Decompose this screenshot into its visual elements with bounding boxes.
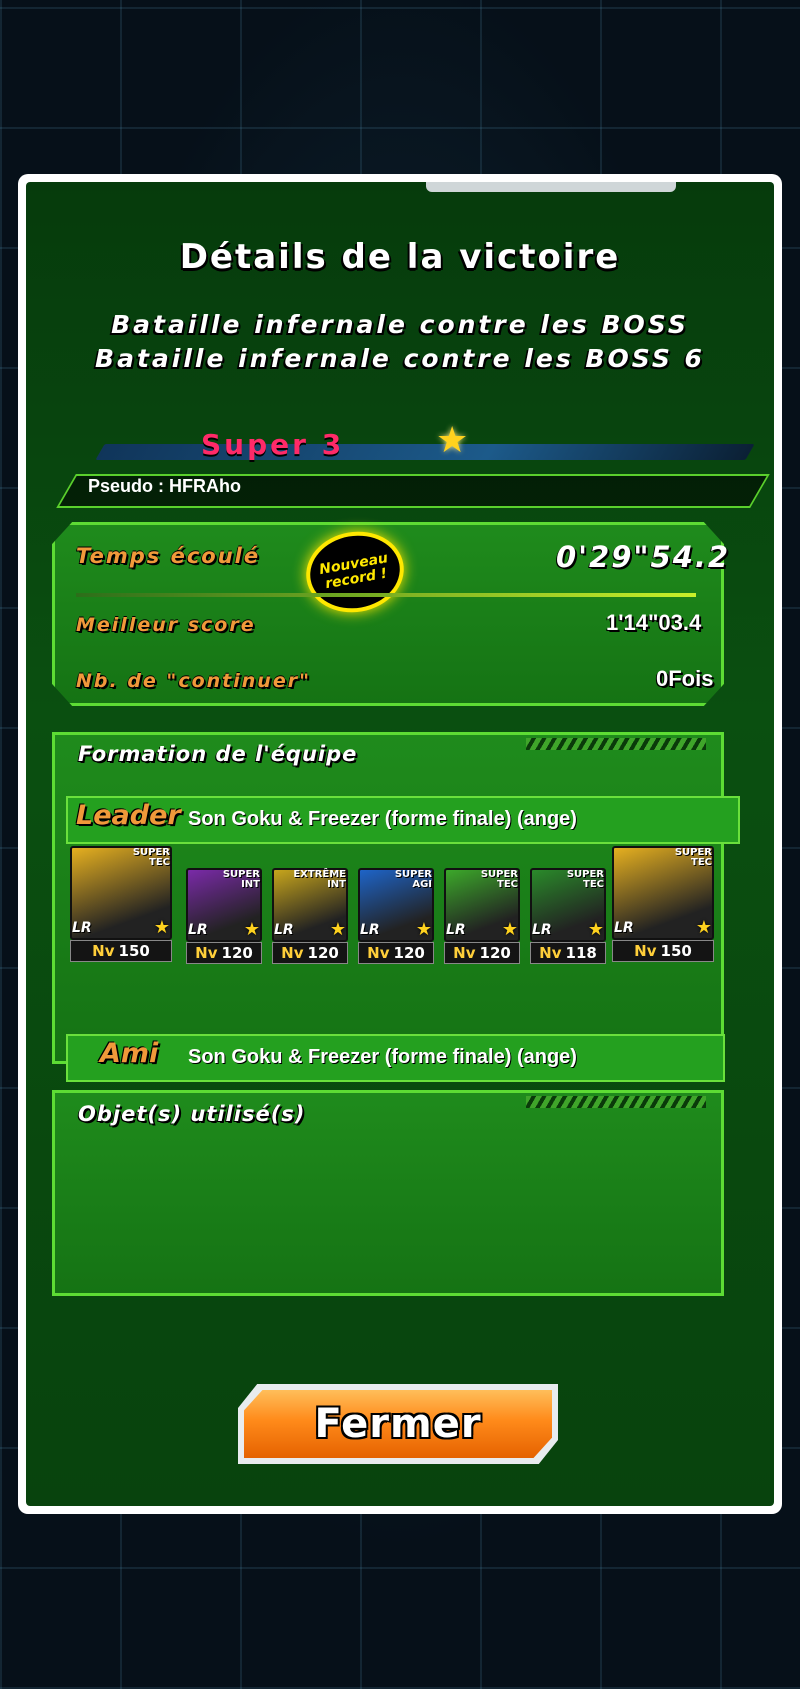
victory-details-modal: Détails de la victoire Bataille infernal… bbox=[18, 174, 782, 1514]
level-label: Nv 118 bbox=[530, 942, 606, 964]
items-used-heading: Objet(s) utilisé(s) bbox=[78, 1102, 306, 1126]
type-badge: SUPER TEC bbox=[480, 869, 518, 890]
leader-tag: Leader bbox=[76, 800, 181, 831]
level-value: 150 bbox=[660, 942, 692, 960]
rarity-badge: LR bbox=[274, 922, 294, 938]
rarity-badge: LR bbox=[614, 920, 634, 936]
star-icon: ★ bbox=[329, 919, 346, 940]
level-value: 120 bbox=[221, 944, 253, 962]
level-value: 118 bbox=[565, 944, 597, 962]
member-card[interactable]: SUPER TEC LR ★ Nv 120 bbox=[444, 868, 520, 964]
type-badge: SUPER TEC bbox=[566, 869, 604, 890]
rank-label: Super 3 bbox=[201, 428, 345, 461]
level-prefix: Nv bbox=[453, 944, 476, 962]
leader-card[interactable]: SUPER TEC LR ★ Nv 150 bbox=[70, 846, 172, 962]
rarity-badge: LR bbox=[188, 922, 208, 938]
level-prefix: Nv bbox=[92, 942, 115, 960]
member-card[interactable]: EXTRÊME INT LR ★ Nv 120 bbox=[272, 868, 348, 964]
rarity-badge: LR bbox=[72, 920, 92, 936]
type-badge: SUPER INT bbox=[222, 869, 260, 890]
rarity-badge: LR bbox=[446, 922, 466, 938]
modal-title: Détails de la victoire bbox=[179, 237, 621, 277]
level-prefix: Nv bbox=[195, 944, 218, 962]
friend-name: Son Goku & Freezer (forme finale) (ange) bbox=[188, 1046, 577, 1068]
star-icon: ★ bbox=[415, 919, 432, 940]
member-card[interactable]: SUPER TEC LR ★ Nv 118 bbox=[530, 868, 606, 964]
new-record-text: Nouveau record ! bbox=[318, 550, 390, 593]
member-card[interactable]: SUPER INT LR ★ Nv 120 bbox=[186, 868, 262, 964]
pseudo-text: Pseudo : HFRAho bbox=[88, 476, 241, 496]
level-label: Nv 150 bbox=[70, 940, 172, 962]
elapsed-time-value: 0'29"54.2 bbox=[556, 540, 731, 574]
level-prefix: Nv bbox=[539, 944, 562, 962]
level-label: Nv 120 bbox=[358, 942, 434, 964]
leader-name: Son Goku & Freezer (forme finale) (ange) bbox=[188, 808, 577, 830]
level-value: 120 bbox=[307, 944, 339, 962]
rarity-badge: LR bbox=[532, 922, 552, 938]
panel-stripes bbox=[526, 738, 706, 750]
continue-count-label: Nb. de "continuer" bbox=[76, 670, 311, 692]
rarity-badge: LR bbox=[360, 922, 380, 938]
elapsed-time-label: Temps écoulé bbox=[76, 544, 261, 568]
modal-body: Détails de la victoire Bataille infernal… bbox=[26, 182, 774, 1506]
star-icon: ★ bbox=[243, 919, 260, 940]
level-value: 120 bbox=[479, 944, 511, 962]
level-label: Nv 120 bbox=[444, 942, 520, 964]
type-badge: SUPER TEC bbox=[132, 847, 170, 868]
level-prefix: Nv bbox=[634, 942, 657, 960]
level-prefix: Nv bbox=[281, 944, 304, 962]
rank-progress-bar bbox=[95, 444, 755, 460]
best-score-value: 1'14"03.4 bbox=[606, 610, 702, 635]
close-button-face[interactable]: Fermer bbox=[244, 1390, 552, 1458]
type-badge: SUPER TEC bbox=[674, 847, 712, 868]
continue-count-value: 0Fois bbox=[656, 666, 714, 691]
best-score-label: Meilleur score bbox=[76, 614, 256, 636]
star-icon: ★ bbox=[587, 919, 604, 940]
star-icon: ★ bbox=[153, 917, 170, 938]
star-icon: ★ bbox=[501, 919, 518, 940]
type-badge: EXTRÊME INT bbox=[293, 869, 346, 890]
team-formation-heading: Formation de l'équipe bbox=[78, 742, 358, 766]
level-value: 120 bbox=[393, 944, 425, 962]
stats-divider bbox=[76, 593, 696, 597]
star-icon: ★ bbox=[695, 917, 712, 938]
level-label: Nv 120 bbox=[186, 942, 262, 964]
type-badge: SUPER AGI bbox=[394, 869, 432, 890]
level-prefix: Nv bbox=[367, 944, 390, 962]
friend-card[interactable]: SUPER TEC LR ★ Nv 150 bbox=[612, 846, 714, 962]
level-label: Nv 120 bbox=[272, 942, 348, 964]
close-button[interactable]: Fermer bbox=[238, 1384, 558, 1464]
event-title-line1: Bataille infernale contre les BOSS bbox=[111, 310, 689, 339]
star-icon: ★ bbox=[436, 420, 469, 461]
level-value: 150 bbox=[118, 942, 150, 960]
modal-tab-notch bbox=[426, 182, 676, 192]
member-card[interactable]: SUPER AGI LR ★ Nv 120 bbox=[358, 868, 434, 964]
friend-tag: Ami bbox=[100, 1038, 159, 1069]
level-label: Nv 150 bbox=[612, 940, 714, 962]
event-title-line2: Bataille infernale contre les BOSS 6 bbox=[95, 344, 705, 373]
close-button-label: Fermer bbox=[314, 1401, 482, 1447]
panel-stripes bbox=[526, 1096, 706, 1108]
